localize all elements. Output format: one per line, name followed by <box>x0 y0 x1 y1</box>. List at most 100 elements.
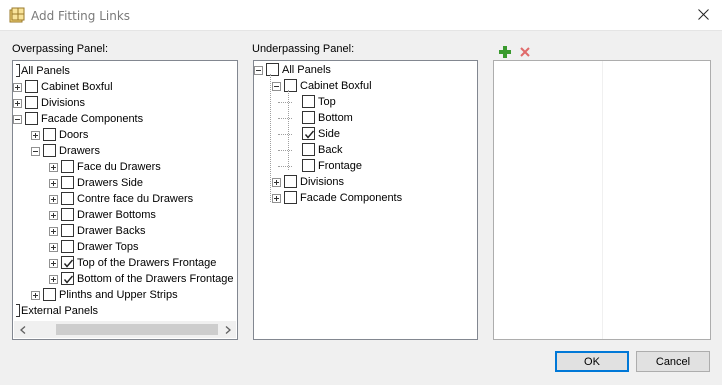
expand-plus-icon[interactable] <box>49 259 58 268</box>
expand-plus-icon[interactable] <box>31 131 40 140</box>
tree-node-facade-components[interactable]: Facade Components <box>13 111 237 127</box>
cancel-button[interactable]: Cancel <box>636 351 710 372</box>
tree-node-all-panels[interactable]: All Panels <box>254 62 477 78</box>
node-checkbox[interactable] <box>284 191 297 204</box>
node-checkbox[interactable] <box>25 112 38 125</box>
expand-plus-icon[interactable] <box>272 194 281 203</box>
tree-node-contre-face-du-drawers[interactable]: Contre face du Drawers <box>13 191 237 207</box>
overpassing-tree[interactable]: All Panels Cabinet Boxful Divisions Facade … <box>12 60 238 340</box>
tree-node-bottom-of-the-drawers-frontage[interactable]: Bottom of the Drawers Frontage <box>13 271 237 287</box>
node-label: Facade Components <box>41 113 144 125</box>
tree-node-facade-components[interactable]: Facade Components <box>254 190 477 206</box>
node-checkbox[interactable] <box>25 96 38 109</box>
node-label: Drawers <box>59 145 100 157</box>
expand-plus-icon[interactable] <box>49 227 58 236</box>
collapse-minus-icon[interactable] <box>13 115 22 124</box>
node-checkbox[interactable] <box>61 192 74 205</box>
collapse-minus-icon[interactable] <box>31 147 40 156</box>
node-label: Doors <box>59 129 89 141</box>
node-checkbox[interactable] <box>302 111 315 124</box>
expand-plus-icon[interactable] <box>13 83 22 92</box>
node-label: Top <box>318 96 336 108</box>
tree-node-external-panels[interactable]: External Panels <box>13 303 237 319</box>
expand-plus-icon[interactable] <box>49 211 58 220</box>
remove-x-icon[interactable] <box>519 46 533 60</box>
node-label: Drawer Bottoms <box>77 209 156 221</box>
close-icon <box>697 8 709 23</box>
tree-guide-line <box>288 90 289 170</box>
tree-node-drawers-side[interactable]: Drawers Side <box>13 175 237 191</box>
fitting-links-list[interactable] <box>493 60 711 340</box>
scroll-thumb[interactable] <box>56 324 218 335</box>
node-label: Contre face du Drawers <box>77 193 194 205</box>
node-checkbox[interactable] <box>302 143 315 156</box>
ok-button-label: OK <box>584 355 600 368</box>
title-bar: Add Fitting Links <box>0 0 722 31</box>
scroll-right-icon[interactable] <box>219 321 236 338</box>
tree-node-all-panels[interactable]: All Panels <box>13 63 237 79</box>
node-label: All Panels <box>21 65 70 77</box>
expand-plus-icon[interactable] <box>49 195 58 204</box>
node-label: Cabinet Boxful <box>300 80 372 92</box>
tree-node-drawer-bottoms[interactable]: Drawer Bottoms <box>13 207 237 223</box>
node-label: All Panels <box>282 64 331 76</box>
node-label: Frontage <box>318 160 363 172</box>
tree-guide-line <box>270 74 271 202</box>
node-checkbox[interactable] <box>284 175 297 188</box>
node-label: Divisions <box>300 176 345 188</box>
node-checkbox[interactable] <box>302 95 315 108</box>
node-checkbox[interactable] <box>266 63 279 76</box>
tree-node-drawer-tops[interactable]: Drawer Tops <box>13 239 237 255</box>
collapse-minus-icon[interactable] <box>254 66 263 75</box>
tree-node-drawers[interactable]: Drawers <box>13 143 237 159</box>
node-checkbox[interactable] <box>302 159 315 172</box>
tree-node-plinths-and-upper-strips[interactable]: Plinths and Upper Strips <box>13 287 237 303</box>
tree-node-divisions[interactable]: Divisions <box>13 95 237 111</box>
node-label: Cabinet Boxful <box>41 81 113 93</box>
tree-connector <box>278 166 292 167</box>
node-checkbox[interactable] <box>284 79 297 92</box>
tree-node-drawer-backs[interactable]: Drawer Backs <box>13 223 237 239</box>
expand-plus-icon[interactable] <box>49 275 58 284</box>
expand-plus-icon[interactable] <box>13 99 22 108</box>
node-checkbox[interactable] <box>43 128 56 141</box>
expand-plus-icon[interactable] <box>49 179 58 188</box>
node-checkbox[interactable] <box>43 144 56 157</box>
add-plus-icon[interactable] <box>498 45 512 59</box>
node-checkbox[interactable] <box>61 160 74 173</box>
node-label: Drawers Side <box>77 177 144 189</box>
expand-plus-icon[interactable] <box>49 163 58 172</box>
expand-plus-icon[interactable] <box>272 178 281 187</box>
tree-node-doors[interactable]: Doors <box>13 127 237 143</box>
tree-node-divisions[interactable]: Divisions <box>254 174 477 190</box>
tree-node-face-du-drawers[interactable]: Face du Drawers <box>13 159 237 175</box>
tree-node-cabinet-boxful[interactable]: Cabinet Boxful <box>13 79 237 95</box>
expand-plus-icon[interactable] <box>49 243 58 252</box>
close-button[interactable] <box>684 0 722 31</box>
node-label: Bottom of the Drawers Frontage <box>77 273 234 285</box>
node-checkbox[interactable] <box>43 288 56 301</box>
tree-node-top-of-the-drawers-frontage[interactable]: Top of the Drawers Frontage <box>13 255 237 271</box>
horizontal-scrollbar[interactable] <box>14 321 236 338</box>
node-checkbox[interactable] <box>16 64 20 77</box>
node-checkbox[interactable] <box>61 208 74 221</box>
node-checkbox[interactable] <box>302 127 315 140</box>
scroll-left-icon[interactable] <box>14 321 31 338</box>
node-checkbox[interactable] <box>61 176 74 189</box>
node-label: Divisions <box>41 97 86 109</box>
node-checkbox[interactable] <box>61 272 74 285</box>
tree-connector <box>278 134 292 135</box>
node-checkbox[interactable] <box>61 240 74 253</box>
underpassing-tree[interactable]: All Panels Cabinet Boxful Top Bottom Side Bac… <box>253 60 478 340</box>
ok-button[interactable]: OK <box>555 351 629 372</box>
node-label: Side <box>318 128 341 140</box>
node-checkbox[interactable] <box>61 224 74 237</box>
node-label: Drawer Tops <box>77 241 139 253</box>
node-checkbox[interactable] <box>61 256 74 269</box>
expand-plus-icon[interactable] <box>31 291 40 300</box>
node-label: Face du Drawers <box>77 161 161 173</box>
cabinet-app-icon <box>9 7 25 23</box>
node-checkbox[interactable] <box>25 80 38 93</box>
collapse-minus-icon[interactable] <box>272 82 281 91</box>
node-checkbox[interactable] <box>16 304 20 317</box>
